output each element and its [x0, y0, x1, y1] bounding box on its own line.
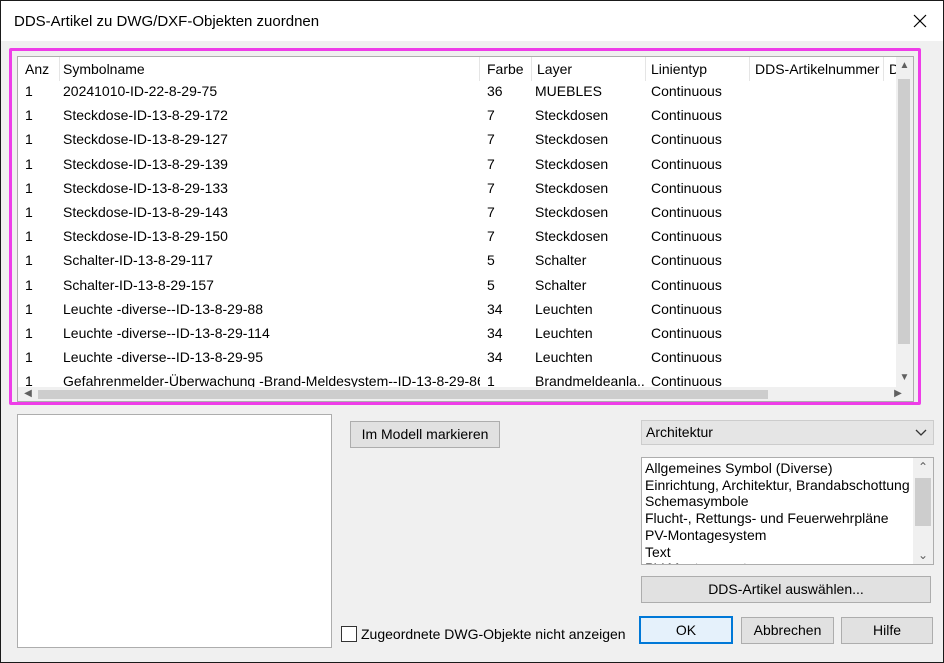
close-icon: [913, 14, 927, 28]
dialog-window: DDS-Artikel zu DWG/DXF-Objekten zuordnen…: [0, 0, 944, 663]
category-list-item[interactable]: PV-Montagesystem: [645, 527, 766, 544]
dialog-title: DDS-Artikel zu DWG/DXF-Objekten zuordnen: [14, 13, 320, 30]
category-list-item[interactable]: Allgemeines Symbol (Diverse): [645, 460, 833, 477]
category-scroll-thumb[interactable]: [915, 478, 931, 526]
help-button[interactable]: Hilfe: [841, 617, 933, 644]
category-dropdown[interactable]: Architektur: [641, 420, 934, 445]
category-scroll-down-icon[interactable]: ⌄: [913, 546, 933, 564]
category-list-item[interactable]: PV-Montagesystem: [645, 560, 766, 564]
cancel-button[interactable]: Abbrechen: [741, 617, 834, 644]
hide-assigned-checkbox[interactable]: [341, 626, 357, 642]
ok-button[interactable]: OK: [639, 616, 733, 644]
select-dds-article-button[interactable]: DDS-Artikel auswählen...: [641, 576, 931, 603]
chevron-down-icon: [915, 429, 927, 436]
symbol-preview: [17, 414, 332, 648]
list-highlight-frame: [9, 48, 921, 405]
category-dropdown-value: Architektur: [646, 424, 713, 440]
category-scroll-up-icon[interactable]: ⌃: [913, 458, 933, 476]
mark-in-model-button[interactable]: Im Modell markieren: [350, 421, 500, 448]
category-listbox[interactable]: Allgemeines Symbol (Diverse) Einrichtung,…: [641, 457, 934, 565]
category-list-item[interactable]: Text: [645, 544, 671, 561]
hide-assigned-label[interactable]: Zugeordnete DWG-Objekte nicht anzeigen: [361, 626, 626, 642]
category-list-item[interactable]: Einrichtung, Architektur, Brandabschottu…: [645, 477, 910, 494]
category-scrollbar[interactable]: ⌃ ⌄: [913, 458, 933, 564]
title-bar: DDS-Artikel zu DWG/DXF-Objekten zuordnen: [1, 1, 943, 41]
category-list-item[interactable]: Flucht-, Rettungs- und Feuerwehrpläne: [645, 510, 889, 527]
close-button[interactable]: [897, 1, 943, 41]
category-list-item[interactable]: Schemasymbole: [645, 493, 749, 510]
